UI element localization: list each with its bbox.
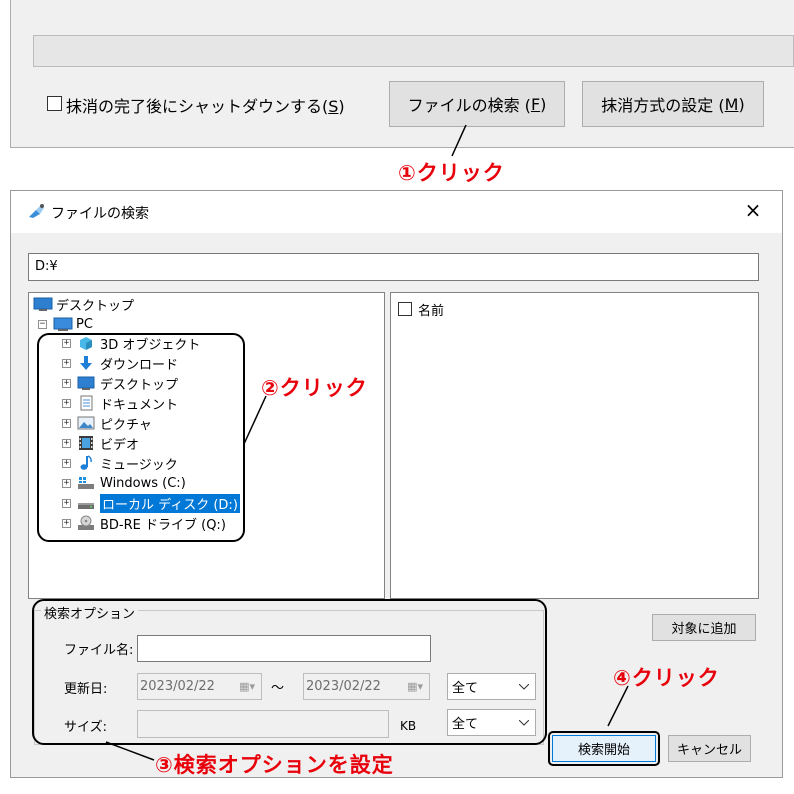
pc-icon	[53, 316, 73, 332]
close-icon[interactable]: ×	[742, 198, 764, 222]
search-tool-icon	[29, 204, 44, 218]
tree-label: PC	[76, 316, 93, 332]
select-all-checkbox[interactable]	[398, 302, 412, 316]
callout-2-pointer	[243, 395, 267, 445]
cancel-button[interactable]: キャンセル	[668, 735, 751, 762]
desktop-icon	[33, 296, 53, 312]
column-header-name[interactable]: 名前	[418, 300, 444, 319]
file-search-button[interactable]: ファイルの検索 (F)	[389, 81, 565, 127]
collapse-icon[interactable]: −	[38, 319, 47, 329]
highlight-box-options	[32, 599, 547, 745]
path-input[interactable]: D:¥	[28, 253, 759, 281]
highlight-box-tree	[37, 333, 245, 542]
erase-method-button[interactable]: 抹消方式の設定 (M)	[582, 81, 764, 127]
progress-bar	[33, 35, 794, 67]
tree-label: デスクトップ	[56, 298, 135, 314]
tree-item-pc[interactable]: − PC	[38, 314, 93, 334]
shutdown-checkbox-label: 抹消の完了後にシャットダウンする(S)	[66, 97, 345, 116]
file-list[interactable]	[390, 292, 759, 599]
callout-4-pointer	[607, 685, 629, 727]
tree-item-desktop-root[interactable]: デスクトップ	[33, 294, 134, 314]
shutdown-checkbox[interactable]	[47, 96, 62, 111]
callout-step-3: ③検索オプションを設定	[155, 753, 394, 777]
callout-1-pointer	[451, 124, 467, 157]
highlight-box-start	[548, 731, 660, 766]
callout-3-pointer	[105, 741, 155, 761]
callout-step-1: ①クリック	[398, 161, 505, 185]
add-target-button[interactable]: 対象に追加	[652, 614, 756, 641]
dialog-title: ファイルの検索	[51, 206, 149, 222]
callout-step-2: ②クリック	[261, 376, 368, 400]
